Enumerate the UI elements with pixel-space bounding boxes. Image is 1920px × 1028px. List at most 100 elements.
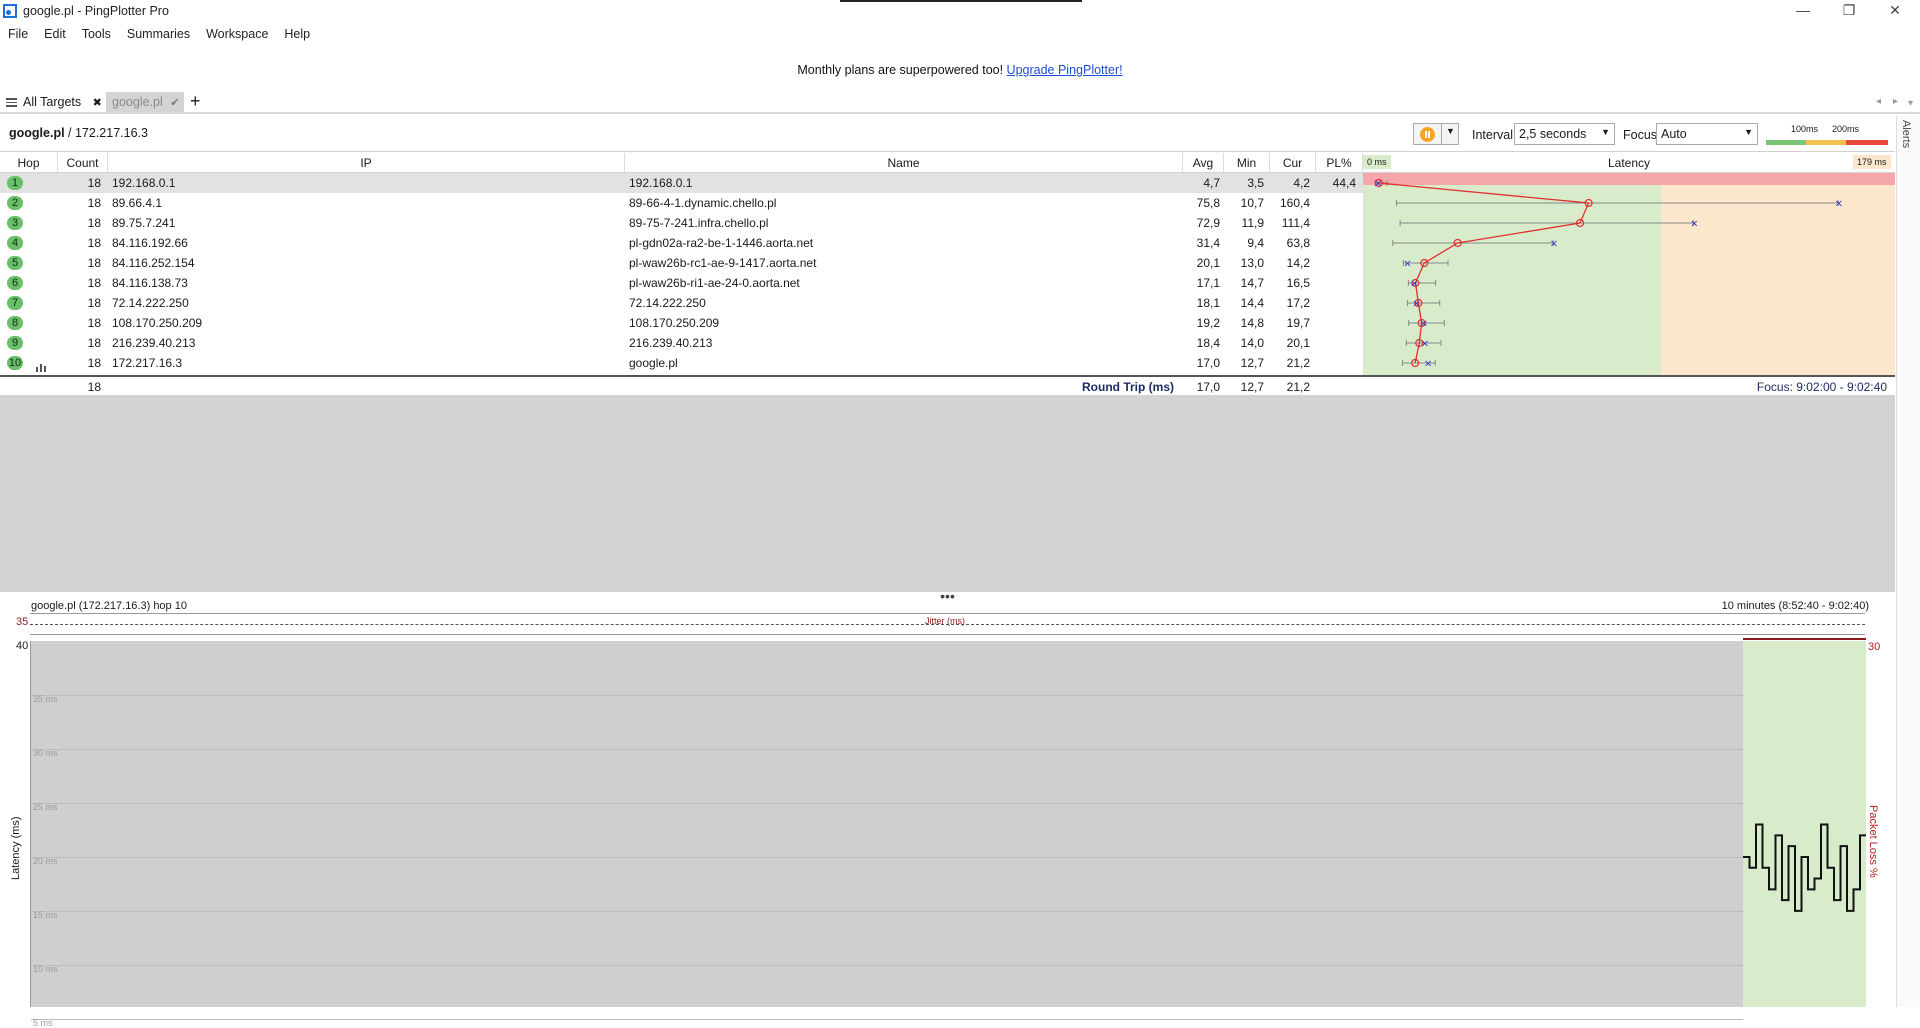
timeline-range[interactable]: 10 minutes (8:52:40 - 9:02:40)	[1722, 600, 1869, 612]
menu-help[interactable]: Help	[276, 24, 318, 46]
col-avg[interactable]: Avg	[1183, 153, 1224, 173]
table-row[interactable]: 8 18 108.170.250.209 108.170.250.209 19,2 14,…	[0, 313, 1363, 333]
title-bar: google.pl - PingPlotter Pro — ❐ ✕	[0, 0, 1920, 24]
alerts-panel-toggle[interactable]: Alerts	[1896, 116, 1920, 1007]
table-row[interactable]: 4 18 84.116.192.66 pl-gdn02a-ra2-be-1-1446.…	[0, 233, 1363, 253]
grid-label: 5 ms	[33, 1017, 53, 1028]
cell-min: 10,7	[1240, 196, 1264, 210]
cell-min: 12,7	[1240, 356, 1264, 370]
cell-avg: 72,9	[1196, 216, 1220, 230]
cell-cur: 16,5	[1286, 276, 1310, 290]
table-row[interactable]: 7 18 72.14.222.250 72.14.222.250 18,1 14,4 17,…	[0, 293, 1363, 313]
cell-name: google.pl	[629, 356, 678, 370]
cell-name: pl-waw26b-ri1-ae-24-0.aorta.net	[629, 276, 800, 290]
cur-marker: ×	[1690, 219, 1698, 230]
menu-workspace[interactable]: Workspace	[198, 24, 276, 46]
tab-bar: All Targets ✖ google.pl ✔ +	[0, 92, 1920, 114]
col-name[interactable]: Name	[625, 153, 1183, 173]
grid-line	[31, 964, 1743, 966]
jitter-max-label: 35	[16, 616, 29, 628]
target-header: google.pl / 172.217.16.3 ▼ Interval 2,5 …	[0, 116, 1895, 152]
chevron-down-icon: ▼	[1744, 127, 1753, 137]
cell-avg: 17,1	[1196, 276, 1220, 290]
cell-min: 3,5	[1247, 176, 1264, 190]
cell-ip: 84.116.138.73	[112, 276, 188, 290]
table-row[interactable]: 6 18 84.116.138.73 pl-waw26b-ri1-ae-24-0.ao…	[0, 273, 1363, 293]
cur-marker: ×	[1403, 259, 1411, 270]
cell-hop: 9	[7, 336, 23, 350]
menu-tools[interactable]: Tools	[74, 24, 119, 46]
cell-hop: 8	[7, 316, 23, 330]
focus-value: Auto	[1661, 127, 1687, 141]
hamburger-icon	[6, 96, 17, 109]
summary-min: 12,7	[1240, 380, 1264, 394]
upgrade-link[interactable]: Upgrade PingPlotter!	[1007, 63, 1123, 77]
col-count[interactable]: Count	[58, 153, 108, 173]
cell-min: 13,0	[1240, 256, 1264, 270]
col-pl[interactable]: PL%	[1316, 153, 1363, 173]
summary-avg: 17,0	[1196, 380, 1220, 394]
restore-button[interactable]: ❐	[1826, 0, 1872, 22]
pl-bar	[1743, 638, 1866, 640]
col-hop[interactable]: Hop	[0, 153, 58, 173]
table-row[interactable]: 3 18 89.75.7.241 89-75-7-241.infra.chello.p…	[0, 213, 1363, 233]
window-title: google.pl - PingPlotter Pro	[23, 4, 169, 18]
cell-min: 9,4	[1247, 236, 1264, 250]
cell-ip: 192.168.0.1	[112, 176, 176, 190]
cell-cur: 111,4	[1281, 216, 1310, 230]
check-icon: ✔	[170, 97, 180, 109]
col-ip[interactable]: IP	[108, 153, 625, 173]
tab-google[interactable]: google.pl ✔	[106, 92, 184, 112]
tab-all-targets[interactable]: All Targets ✖	[6, 92, 102, 112]
tab-prev-icon[interactable]: ◂	[1876, 96, 1881, 107]
focus-select[interactable]: Auto ▼	[1656, 123, 1758, 145]
cell-min: 14,0	[1240, 336, 1264, 350]
cell-name: pl-waw26b-rc1-ae-9-1417.aorta.net	[629, 256, 817, 270]
tab-next-icon[interactable]: ▸	[1893, 96, 1898, 107]
cell-cur: 160,4	[1279, 196, 1310, 210]
cell-hop: 1	[7, 176, 23, 190]
cell-pl: 44,4	[1332, 176, 1356, 190]
cell-cur: 21,2	[1286, 356, 1310, 370]
pause-dropdown-icon[interactable]: ▼	[1446, 126, 1455, 136]
grid-line	[31, 748, 1743, 750]
cell-cur: 63,8	[1286, 236, 1310, 250]
cell-ip: 108.170.250.209	[112, 316, 203, 330]
interval-select[interactable]: 2,5 seconds ▼	[1514, 123, 1615, 145]
title-accent	[840, 0, 1082, 2]
table-row[interactable]: 1 18 192.168.0.1 192.168.0.1 4,7 3,5 4,2 44,4	[0, 173, 1363, 193]
col-min[interactable]: Min	[1224, 153, 1270, 173]
cur-marker: ×	[1420, 319, 1428, 330]
menu-bar: File Edit Tools Summaries Workspace Help	[0, 24, 1920, 46]
cell-avg: 20,1	[1196, 256, 1220, 270]
cell-ip: 89.75.7.241	[112, 216, 176, 230]
cell-name: 89-75-7-241.infra.chello.pl	[629, 216, 769, 230]
table-row[interactable]: 5 18 84.116.252.154 pl-waw26b-rc1-ae-9-1417…	[0, 253, 1363, 273]
table-row[interactable]: 9 18 216.239.40.213 216.239.40.213 18,4 14,0 2…	[0, 333, 1363, 353]
pause-button[interactable]: ▼	[1413, 123, 1459, 145]
empty-panel	[0, 395, 1895, 592]
table-row[interactable]: 2 18 89.66.4.1 89-66-4-1.dynamic.chello.pl 7…	[0, 193, 1363, 213]
tab-menu-icon[interactable]: ▾	[1908, 98, 1913, 109]
menu-edit[interactable]: Edit	[36, 24, 74, 46]
legend-green-bar	[1766, 140, 1806, 145]
cell-cur: 19,7	[1286, 316, 1310, 330]
pl-axis-title: Packet Loss %	[1867, 805, 1879, 878]
add-tab-button[interactable]: +	[190, 92, 201, 112]
cur-marker: ×	[1410, 279, 1418, 290]
menu-file[interactable]: File	[0, 24, 36, 46]
grid-line	[31, 856, 1743, 858]
grid-label: 30 ms	[33, 747, 58, 758]
cell-count: 18	[87, 256, 101, 270]
cell-hop: 7	[7, 296, 23, 310]
close-tab-icon[interactable]: ✖	[93, 97, 102, 109]
summary-count: 18	[87, 380, 101, 394]
close-button[interactable]: ✕	[1872, 0, 1918, 22]
promo-banner: Monthly plans are superpowered too! Upgr…	[0, 63, 1920, 77]
cell-name: 89-66-4-1.dynamic.chello.pl	[629, 196, 777, 210]
grid-line	[31, 694, 1743, 696]
col-cur[interactable]: Cur	[1270, 153, 1316, 173]
minimize-button[interactable]: —	[1780, 0, 1826, 22]
table-row[interactable]: 10 18 172.217.16.3 google.pl 17,0 12,7 21,2	[0, 353, 1363, 373]
menu-summaries[interactable]: Summaries	[119, 24, 198, 46]
